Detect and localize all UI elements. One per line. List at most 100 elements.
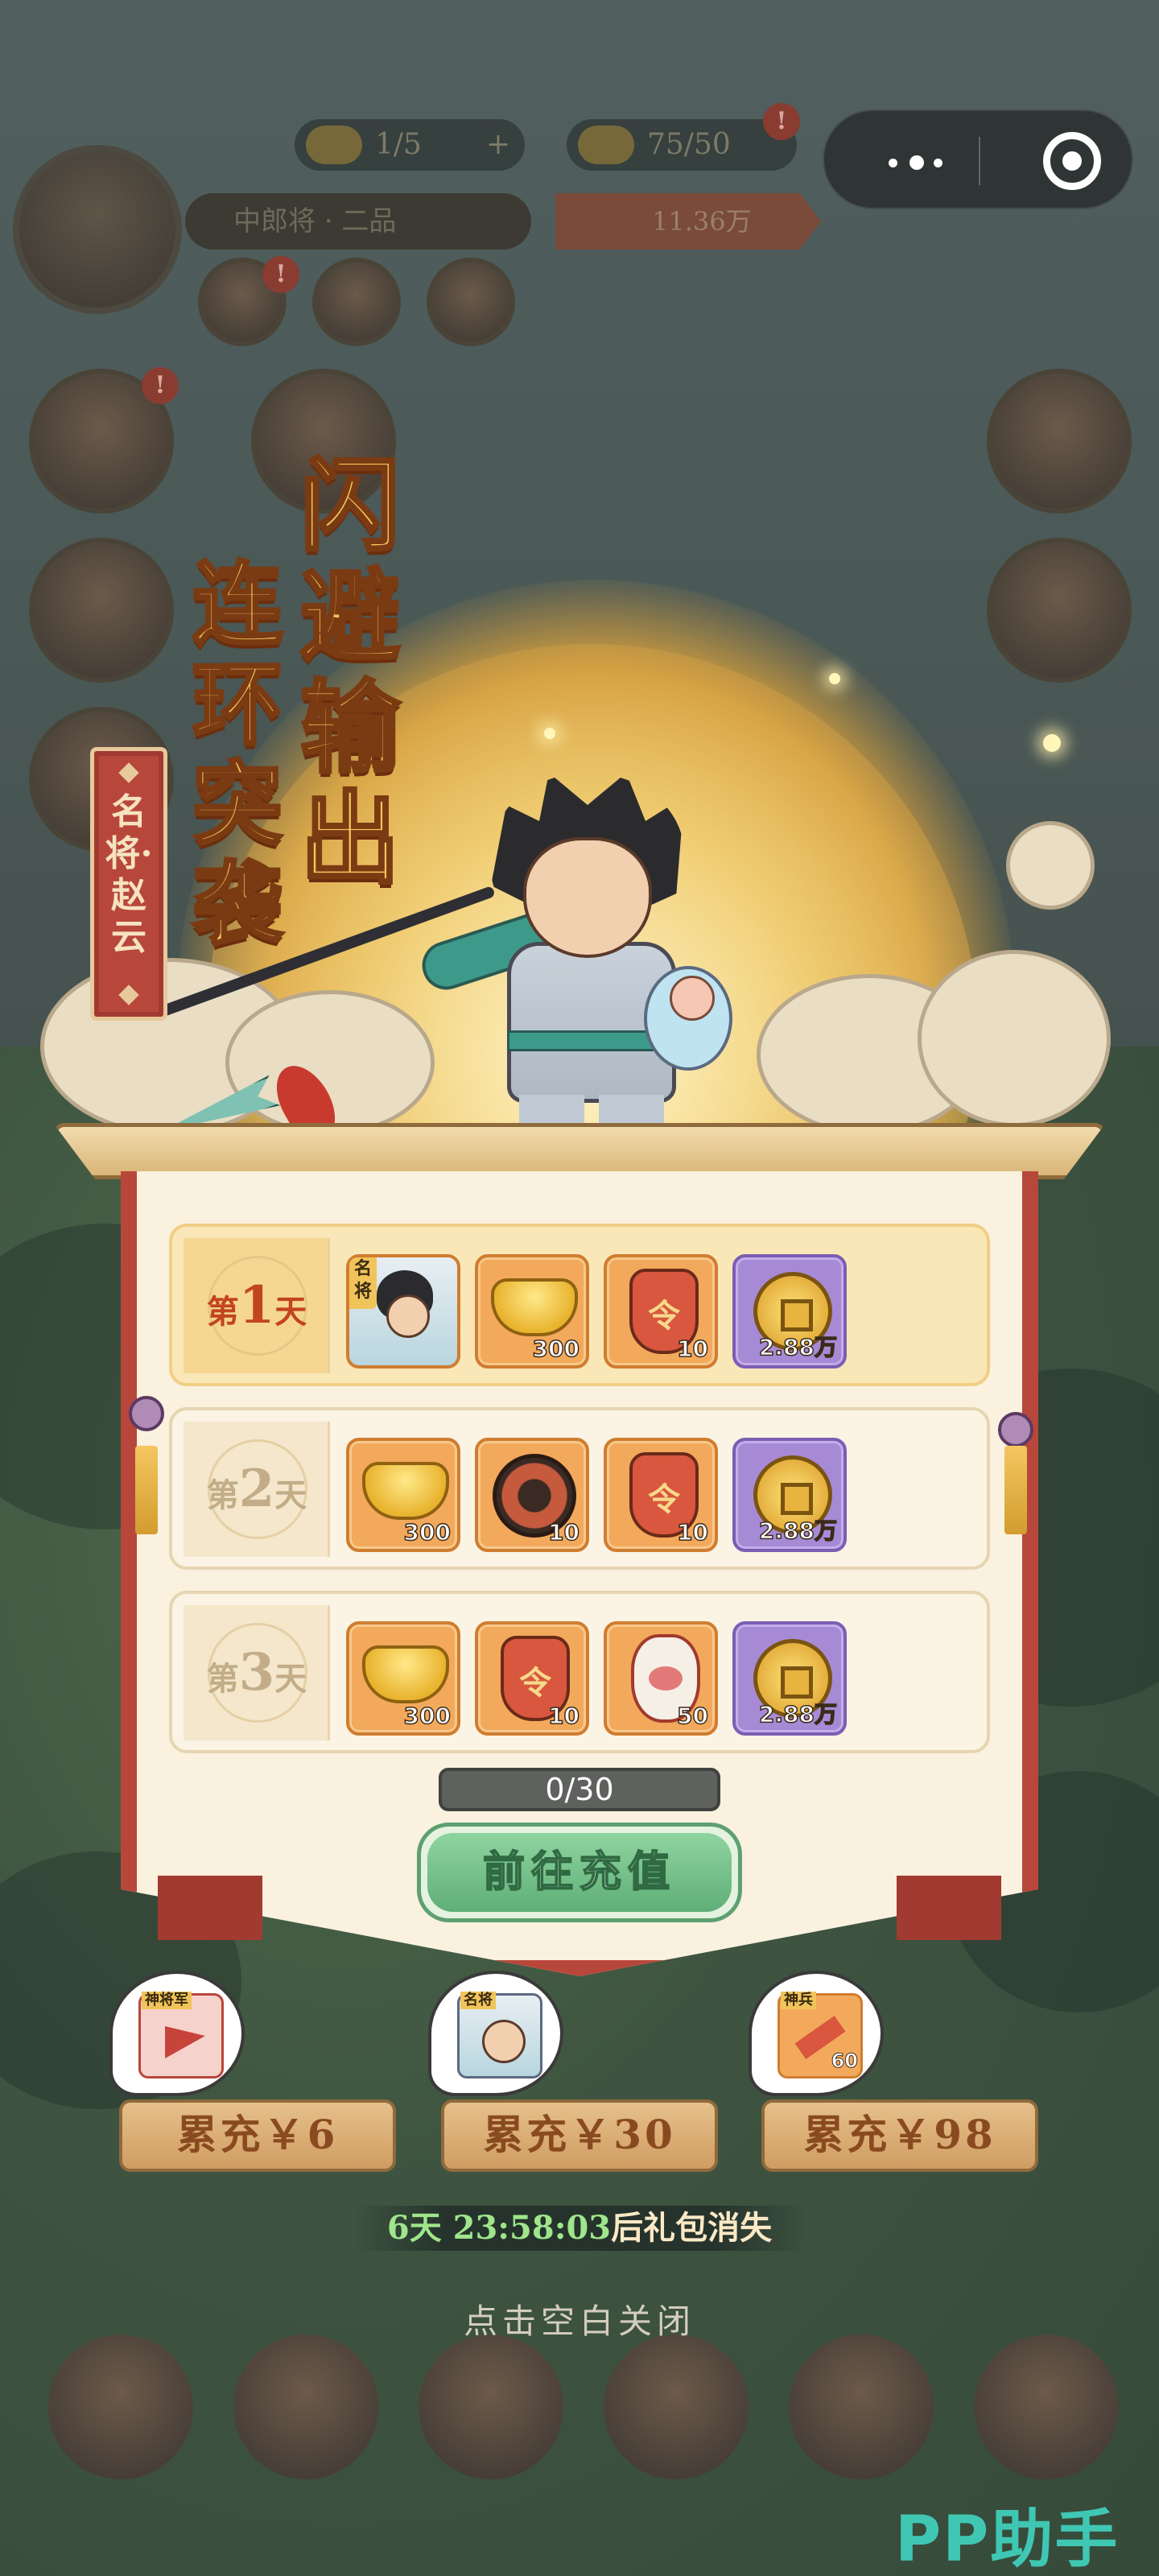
sparkle-icon [1043,734,1061,752]
pendant-tassel [135,1446,158,1534]
reward-item-porcelain-vase[interactable]: 50 [604,1621,718,1736]
power-label: 11.36万 [555,193,821,250]
menu-icon[interactable] [427,258,515,346]
tier-button-30[interactable]: 累充￥30 [441,2099,718,2172]
sparkle-icon [829,673,840,684]
tier-reward-count: 60 [831,2050,858,2073]
reward-item-copper-coin[interactable]: 2.88万 [732,1438,847,1552]
resource-counter-2-value: 75/50 [647,128,731,161]
reward-items: 300 10 50 2.88万 [346,1621,847,1736]
tier-button-98[interactable]: 累充￥98 [761,2099,1038,2172]
bottom-nav-icon[interactable] [604,2334,749,2479]
countdown-timer: 6天 23:58:03后礼包消失 [354,2206,805,2251]
plus-icon: + [485,128,510,161]
item-count: 2.88万 [758,1517,838,1545]
reward-item-compass[interactable]: 10 [475,1438,589,1552]
bottom-nav-icon[interactable] [419,2334,563,2479]
item-count: 50 [676,1702,708,1730]
pendant-bead [129,1396,164,1431]
more-dots-icon[interactable] [872,135,969,187]
player-avatar[interactable] [13,145,182,314]
event-icon[interactable] [987,538,1132,683]
gold-ingot-icon [306,126,362,164]
target-close-icon[interactable] [1043,132,1101,190]
bottom-nav-icon[interactable] [48,2334,193,2479]
tier-reward-bubble-2[interactable]: 名将 [428,1971,563,2096]
reward-item-gold-ingot[interactable]: 300 [346,1621,460,1736]
day-row-3[interactable]: 第3天 300 10 50 2.88万 [169,1591,990,1753]
board-decoration [897,1876,1001,1940]
notification-badge: ! [763,103,800,140]
reward-item-copper-coin[interactable]: 2.88万 [732,1254,847,1368]
miniprogram-capsule [823,109,1133,209]
tap-blank-to-close[interactable]: 点击空白关闭 [338,2294,821,2343]
bottom-nav-icon[interactable] [974,2334,1119,2479]
reward-item-command-token[interactable]: 10 [604,1254,718,1368]
hero-name-tag: 名将·赵云 [90,747,167,1021]
go-recharge-button[interactable]: 前往充值 [417,1823,742,1922]
pp-assistant-watermark: PP助手 [895,2504,1120,2576]
sparkle-icon [544,728,555,739]
gold-ingot-icon [362,1645,449,1703]
pendant-tassel [1004,1446,1027,1534]
board-decoration [158,1876,262,1940]
item-count: 300 [532,1335,580,1363]
menu-icon[interactable] [312,258,401,346]
tier-reward-bubble-1[interactable]: 神将军 [109,1971,245,2096]
baby-figure [644,966,732,1071]
hero-name-label: 名将·赵云 [105,791,153,958]
item-count: 10 [547,1518,580,1546]
countdown-time: 6天 23:58:03 [386,2209,612,2247]
event-icon[interactable] [29,538,174,683]
reward-item-command-token[interactable]: 10 [604,1438,718,1552]
reward-items: 300 10 10 2.88万 [346,1438,847,1552]
notification-badge: ! [262,256,299,293]
resource-counter-1[interactable]: 1/5 + [295,119,525,171]
resource-counter-1-value: 1/5 [375,128,422,161]
cloud-decoration [918,950,1111,1127]
notification-badge: ! [142,367,179,404]
item-count: 2.88万 [758,1700,838,1728]
tier-reward-bubble-3[interactable]: 神兵 60 [749,1971,884,2096]
item-count: 300 [403,1702,452,1730]
reward-item-command-token[interactable]: 10 [475,1621,589,1736]
tier-reward-tag: 名将 [460,1992,496,2009]
reward-items: 名将 300 10 2.88万 [346,1254,847,1368]
reward-item-gold-ingot[interactable]: 300 [475,1254,589,1368]
day-label: 第2天 [206,1459,307,1519]
item-count: 10 [676,1335,708,1363]
palace-icon[interactable] [987,369,1132,514]
progress-text: 0/30 [545,1772,614,1807]
recharge-progress-bar: 0/30 [439,1768,720,1811]
reward-item-gold-ingot[interactable]: 300 [346,1438,460,1552]
item-count: 10 [676,1518,708,1546]
banner-title-main: 闪避输出 [299,448,402,898]
tier-reward-tag: 神兵 [781,1992,816,2009]
pendant-bead [998,1412,1033,1447]
hero-face [523,837,652,958]
day-row-2[interactable]: 第2天 300 10 10 2.88万 [169,1407,990,1570]
item-count: 2.88万 [758,1333,838,1361]
banner-title-sub: 连环突袭 [191,552,284,957]
cloud-decoration [1006,821,1095,910]
resource-counter-2[interactable]: 75/50 [567,119,797,171]
gold-ingot-icon [491,1278,578,1336]
go-recharge-label: 前往充值 [427,1833,732,1912]
day-label: 第1天 [206,1275,307,1335]
countdown-suffix: 后礼包消失 [611,2209,773,2247]
day-row-1[interactable]: 第1天 名将 300 10 2.88万 [169,1224,990,1386]
capsule-divider [979,137,980,185]
gold-ingot-icon [362,1462,449,1520]
reward-item-copper-coin[interactable]: 2.88万 [732,1621,847,1736]
item-tag: 名将 [349,1257,377,1309]
food-icon [578,126,634,164]
rank-label: 中郎将 · 二品 [185,193,531,250]
tier-reward-tag: 神将军 [142,1992,192,2009]
item-count: 300 [403,1518,452,1546]
bottom-nav-icon[interactable] [789,2334,934,2479]
reward-item-hero[interactable]: 名将 [346,1254,460,1368]
tier-button-6[interactable]: 累充￥6 [119,2099,396,2172]
item-count: 10 [547,1702,580,1730]
day-label: 第3天 [206,1642,307,1703]
bottom-nav-icon[interactable] [233,2334,378,2479]
